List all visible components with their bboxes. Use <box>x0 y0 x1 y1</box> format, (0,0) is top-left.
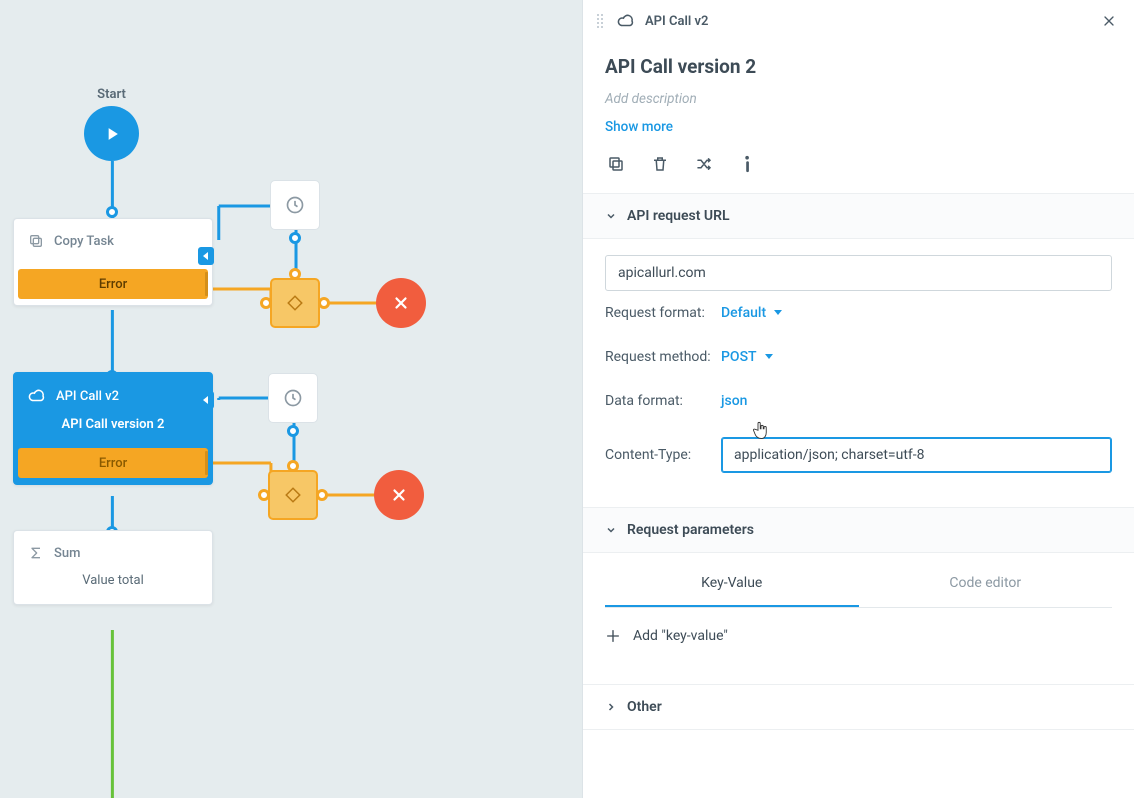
terminate-node[interactable] <box>376 278 426 328</box>
plus-icon <box>605 628 621 644</box>
error-port[interactable]: Error <box>18 448 208 478</box>
start-label: Start <box>84 87 139 102</box>
diamond-icon <box>284 486 302 504</box>
copy-icon <box>607 155 625 173</box>
add-key-value-button[interactable]: Add "key-value" <box>605 608 1112 664</box>
play-icon <box>102 124 122 144</box>
drag-handle-icon[interactable] <box>597 14 607 28</box>
condition-node[interactable] <box>268 470 318 520</box>
workflow-canvas[interactable]: Start Copy Task Error <box>0 0 582 798</box>
diamond-icon <box>286 294 304 312</box>
close-button[interactable] <box>1098 10 1120 32</box>
clock-icon <box>285 195 305 215</box>
delete-button[interactable] <box>649 153 671 175</box>
chevron-right-icon <box>605 701 617 713</box>
terminate-node[interactable] <box>374 470 424 520</box>
error-port[interactable]: Error <box>18 269 208 299</box>
show-more-link[interactable]: Show more <box>605 119 1112 135</box>
timer-node[interactable] <box>268 373 318 423</box>
clock-icon <box>283 388 303 408</box>
cloud-icon <box>28 387 46 405</box>
chevron-down-icon <box>605 210 617 222</box>
section-other[interactable]: Other <box>583 684 1134 730</box>
node-copy-task[interactable]: Copy Task Error <box>13 218 213 306</box>
request-format-select[interactable]: Default <box>721 305 782 321</box>
close-icon <box>392 294 410 312</box>
request-method-select[interactable]: POST <box>721 349 773 365</box>
node-title: Copy Task <box>54 234 114 249</box>
close-icon <box>390 486 408 504</box>
chevron-down-icon <box>765 354 773 359</box>
node-subtitle: Value total <box>14 573 212 604</box>
shuffle-button[interactable] <box>693 153 715 175</box>
data-format-label: Data format: <box>605 393 721 409</box>
description-placeholder[interactable]: Add description <box>605 91 1112 107</box>
chevron-down-icon <box>774 310 782 315</box>
node-title: Sum <box>54 546 80 561</box>
start-node[interactable] <box>84 106 139 161</box>
request-method-label: Request method: <box>605 349 721 365</box>
cloud-icon <box>617 12 635 30</box>
properties-panel: API Call v2 API Call version 2 Add descr… <box>582 0 1134 798</box>
section-request-parameters[interactable]: Request parameters <box>583 507 1134 553</box>
chevron-down-icon <box>605 524 617 536</box>
copy-icon <box>28 233 44 249</box>
request-format-label: Request format: <box>605 305 721 321</box>
timer-node[interactable] <box>270 180 320 230</box>
content-type-input[interactable] <box>721 437 1112 473</box>
node-sum[interactable]: Sum Value total <box>13 530 213 605</box>
info-icon <box>743 155 753 173</box>
trash-icon <box>651 155 669 173</box>
data-format-select[interactable]: json <box>721 393 747 409</box>
sigma-icon <box>28 545 44 561</box>
tab-key-value[interactable]: Key-Value <box>605 561 859 607</box>
section-api-request-url[interactable]: API request URL <box>583 193 1134 239</box>
node-api-call[interactable]: API Call v2 API Call version 2 Error <box>13 372 213 485</box>
tab-code-editor[interactable]: Code editor <box>859 561 1113 607</box>
panel-header-title: API Call v2 <box>645 14 708 29</box>
node-subtitle: API Call version 2 <box>14 417 212 440</box>
duplicate-button[interactable] <box>605 153 627 175</box>
shuffle-icon <box>694 155 714 173</box>
chevron-left-icon <box>202 252 210 260</box>
close-icon <box>1101 13 1117 29</box>
panel-title: API Call version 2 <box>605 54 1112 81</box>
chevron-left-icon <box>202 396 210 404</box>
content-type-label: Content-Type: <box>605 447 721 463</box>
info-button[interactable] <box>737 153 759 175</box>
api-url-input[interactable] <box>605 255 1112 291</box>
node-title: API Call v2 <box>56 389 119 404</box>
condition-node[interactable] <box>270 278 320 328</box>
